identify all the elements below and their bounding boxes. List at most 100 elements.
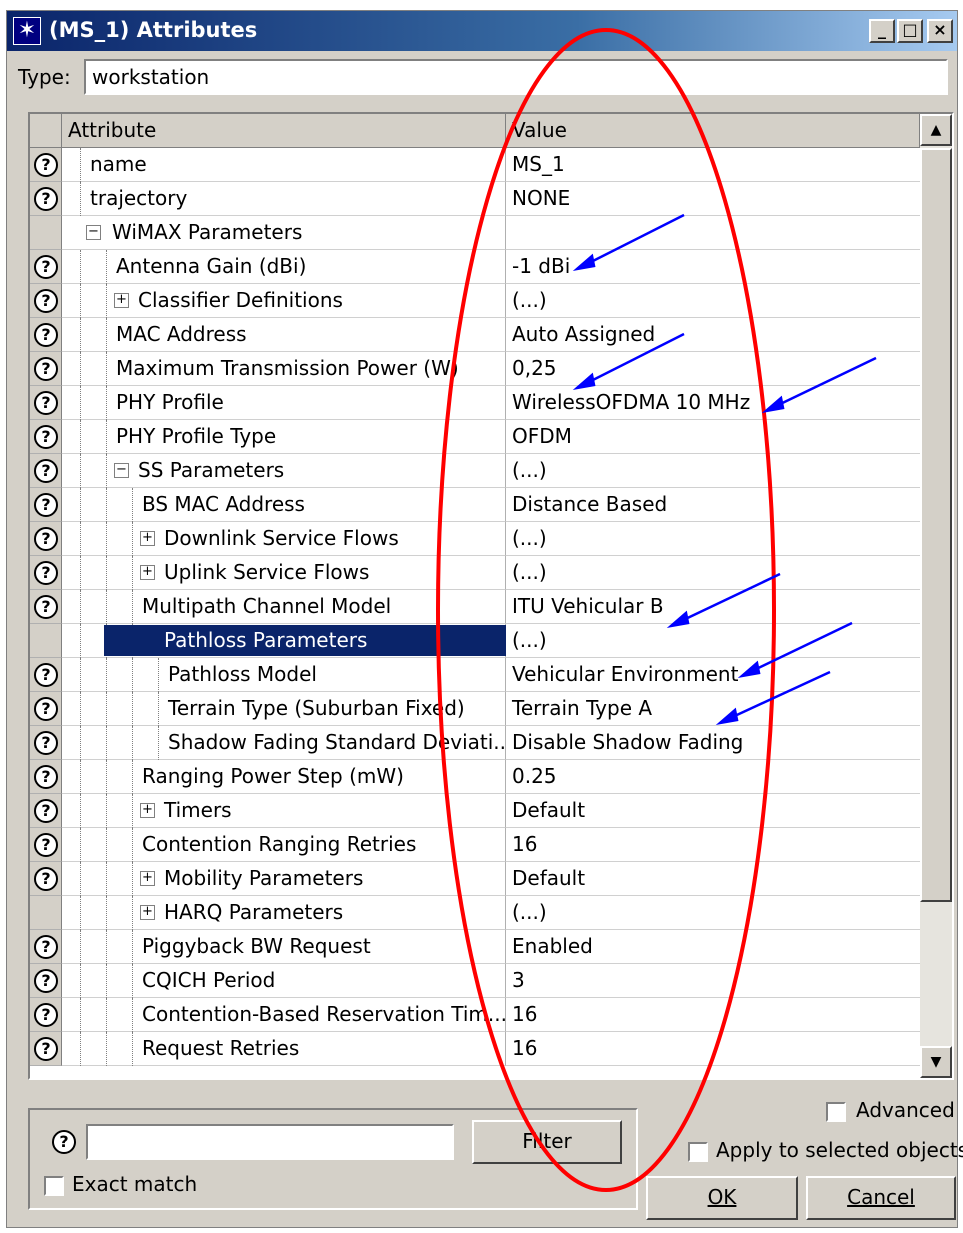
attribute-cell[interactable]: + Classifier Definitions [62, 284, 506, 318]
attribute-cell[interactable]: CQICH Period [62, 964, 506, 998]
plus-box-icon[interactable]: + [114, 293, 129, 308]
question-mark-icon[interactable]: ? [34, 493, 58, 517]
arrow-down-icon[interactable]: ▼ [920, 1046, 952, 1078]
attribute-cell[interactable]: Request Retries [62, 1032, 506, 1066]
attribute-row[interactable]: ? MAC Address Auto Assigned [30, 318, 920, 352]
attribute-row[interactable]: − WiMAX Parameters [30, 216, 920, 250]
attribute-row[interactable]: ? − SS Parameters (...) [30, 454, 920, 488]
minus-box-icon[interactable]: − [86, 225, 101, 240]
attribute-cell[interactable]: − SS Parameters [62, 454, 506, 488]
filter-button[interactable]: Filter [472, 1120, 622, 1164]
scrollbar-thumb[interactable] [920, 148, 952, 902]
question-mark-icon[interactable]: ? [34, 765, 58, 789]
question-mark-icon[interactable]: ? [34, 833, 58, 857]
question-mark-icon[interactable]: ? [34, 425, 58, 449]
attribute-row[interactable]: ? + Classifier Definitions (...) [30, 284, 920, 318]
ok-button[interactable]: OK [646, 1176, 798, 1220]
question-mark-icon[interactable]: ? [34, 561, 58, 585]
attribute-cell[interactable]: −Pathloss Parameters [62, 624, 506, 658]
attribute-row[interactable]: ? Contention-Based Reservation Tim... 16 [30, 998, 920, 1032]
attribute-cell[interactable]: Ranging Power Step (mW) [62, 760, 506, 794]
question-mark-icon[interactable]: ? [34, 663, 58, 687]
value-cell[interactable]: ITU Vehicular B [506, 590, 920, 624]
plus-box-icon[interactable]: + [140, 905, 155, 920]
value-cell[interactable]: Distance Based [506, 488, 920, 522]
attribute-cell[interactable]: + Timers [62, 794, 506, 828]
attribute-row[interactable]: ? trajectory NONE [30, 182, 920, 216]
value-cell[interactable]: (...) [506, 284, 920, 318]
exact-match-checkbox[interactable] [44, 1176, 64, 1196]
attribute-cell[interactable]: PHY Profile [62, 386, 506, 420]
attribute-cell[interactable]: + Mobility Parameters [62, 862, 506, 896]
value-cell[interactable]: (...) [506, 454, 920, 488]
arrow-up-icon[interactable]: ▲ [920, 114, 952, 146]
attribute-row[interactable]: ? + Mobility Parameters Default [30, 862, 920, 896]
attribute-cell[interactable]: Maximum Transmission Power (W) [62, 352, 506, 386]
attribute-cell[interactable]: + Downlink Service Flows [62, 522, 506, 556]
vertical-scrollbar[interactable]: ▲ ▼ [920, 114, 952, 1078]
question-mark-icon[interactable]: ? [34, 357, 58, 381]
question-mark-icon[interactable]: ? [52, 1130, 76, 1154]
attribute-cell[interactable]: Contention-Based Reservation Tim... [62, 998, 507, 1032]
header-attribute[interactable]: Attribute [62, 114, 506, 148]
question-mark-icon[interactable]: ? [34, 935, 58, 959]
attribute-row[interactable]: ? CQICH Period 3 [30, 964, 920, 998]
value-cell[interactable]: -1 dBi [506, 250, 920, 284]
question-mark-icon[interactable]: ? [34, 391, 58, 415]
value-cell[interactable]: WirelessOFDMA 10 MHz [506, 386, 920, 420]
attribute-cell[interactable]: Contention Ranging Retries [62, 828, 506, 862]
attribute-row[interactable]: ? Shadow Fading Standard Deviati... Disabl… [30, 726, 920, 760]
close-button[interactable]: × [927, 19, 953, 43]
value-cell[interactable]: Default [506, 862, 920, 896]
question-mark-icon[interactable]: ? [34, 969, 58, 993]
value-cell[interactable]: 0,25 [506, 352, 920, 386]
value-cell[interactable]: 16 [506, 828, 920, 862]
attribute-cell[interactable]: Terrain Type (Suburban Fixed) [62, 692, 506, 726]
attribute-cell[interactable]: Shadow Fading Standard Deviati... [62, 726, 512, 760]
value-cell[interactable]: MS_1 [506, 148, 920, 182]
value-cell[interactable]: (...) [506, 896, 920, 930]
plus-box-icon[interactable]: + [140, 531, 155, 546]
value-cell[interactable]: Disable Shadow Fading [506, 726, 920, 760]
question-mark-icon[interactable]: ? [34, 255, 58, 279]
question-mark-icon[interactable]: ? [34, 323, 58, 347]
attribute-row[interactable]: ? Piggyback BW Request Enabled [30, 930, 920, 964]
attribute-row[interactable]: ? Contention Ranging Retries 16 [30, 828, 920, 862]
question-mark-icon[interactable]: ? [34, 187, 58, 211]
attribute-cell[interactable]: Antenna Gain (dBi) [62, 250, 506, 284]
value-cell[interactable]: NONE [506, 182, 920, 216]
question-mark-icon[interactable]: ? [34, 1037, 58, 1061]
minus-box-icon[interactable]: − [114, 463, 129, 478]
value-cell[interactable]: 3 [506, 964, 920, 998]
question-mark-icon[interactable]: ? [34, 799, 58, 823]
question-mark-icon[interactable]: ? [34, 153, 58, 177]
attribute-row[interactable]: ? Terrain Type (Suburban Fixed) Terrain Ty… [30, 692, 920, 726]
attribute-row[interactable]: ? Antenna Gain (dBi) -1 dBi [30, 250, 920, 284]
attribute-row[interactable]: ? BS MAC Address Distance Based [30, 488, 920, 522]
attribute-cell[interactable]: Piggyback BW Request [62, 930, 506, 964]
question-mark-icon[interactable]: ? [34, 1003, 58, 1027]
attribute-row[interactable]: ? Multipath Channel Model ITU Vehicular B [30, 590, 920, 624]
attribute-cell[interactable]: + Uplink Service Flows [62, 556, 506, 590]
value-cell[interactable]: OFDM [506, 420, 920, 454]
maximize-button[interactable]: □ [897, 19, 923, 43]
value-cell[interactable]: (...) [506, 556, 920, 590]
filter-input[interactable] [86, 1124, 454, 1160]
attribute-row[interactable]: ? PHY Profile Type OFDM [30, 420, 920, 454]
attribute-cell[interactable]: Pathloss Model [62, 658, 506, 692]
attribute-row[interactable]: ? Ranging Power Step (mW) 0.25 [30, 760, 920, 794]
attribute-cell[interactable]: trajectory [62, 182, 506, 216]
attribute-cell[interactable]: − WiMAX Parameters [62, 216, 506, 250]
value-cell[interactable]: Terrain Type A [506, 692, 920, 726]
attribute-cell[interactable]: name [62, 148, 506, 182]
value-cell[interactable]: Vehicular Environment [506, 658, 920, 692]
attribute-row[interactable]: ? name MS_1 [30, 148, 920, 182]
attribute-row[interactable]: ? + Downlink Service Flows (...) [30, 522, 920, 556]
attribute-row[interactable]: ? Pathloss Model Vehicular Environment [30, 658, 920, 692]
attribute-cell[interactable]: PHY Profile Type [62, 420, 506, 454]
value-cell[interactable]: 0.25 [506, 760, 920, 794]
value-cell[interactable]: 16 [506, 998, 920, 1032]
title-bar[interactable]: ✶ (MS_1) Attributes _ □ × [7, 11, 957, 51]
question-mark-icon[interactable]: ? [34, 595, 58, 619]
attribute-cell[interactable]: MAC Address [62, 318, 506, 352]
